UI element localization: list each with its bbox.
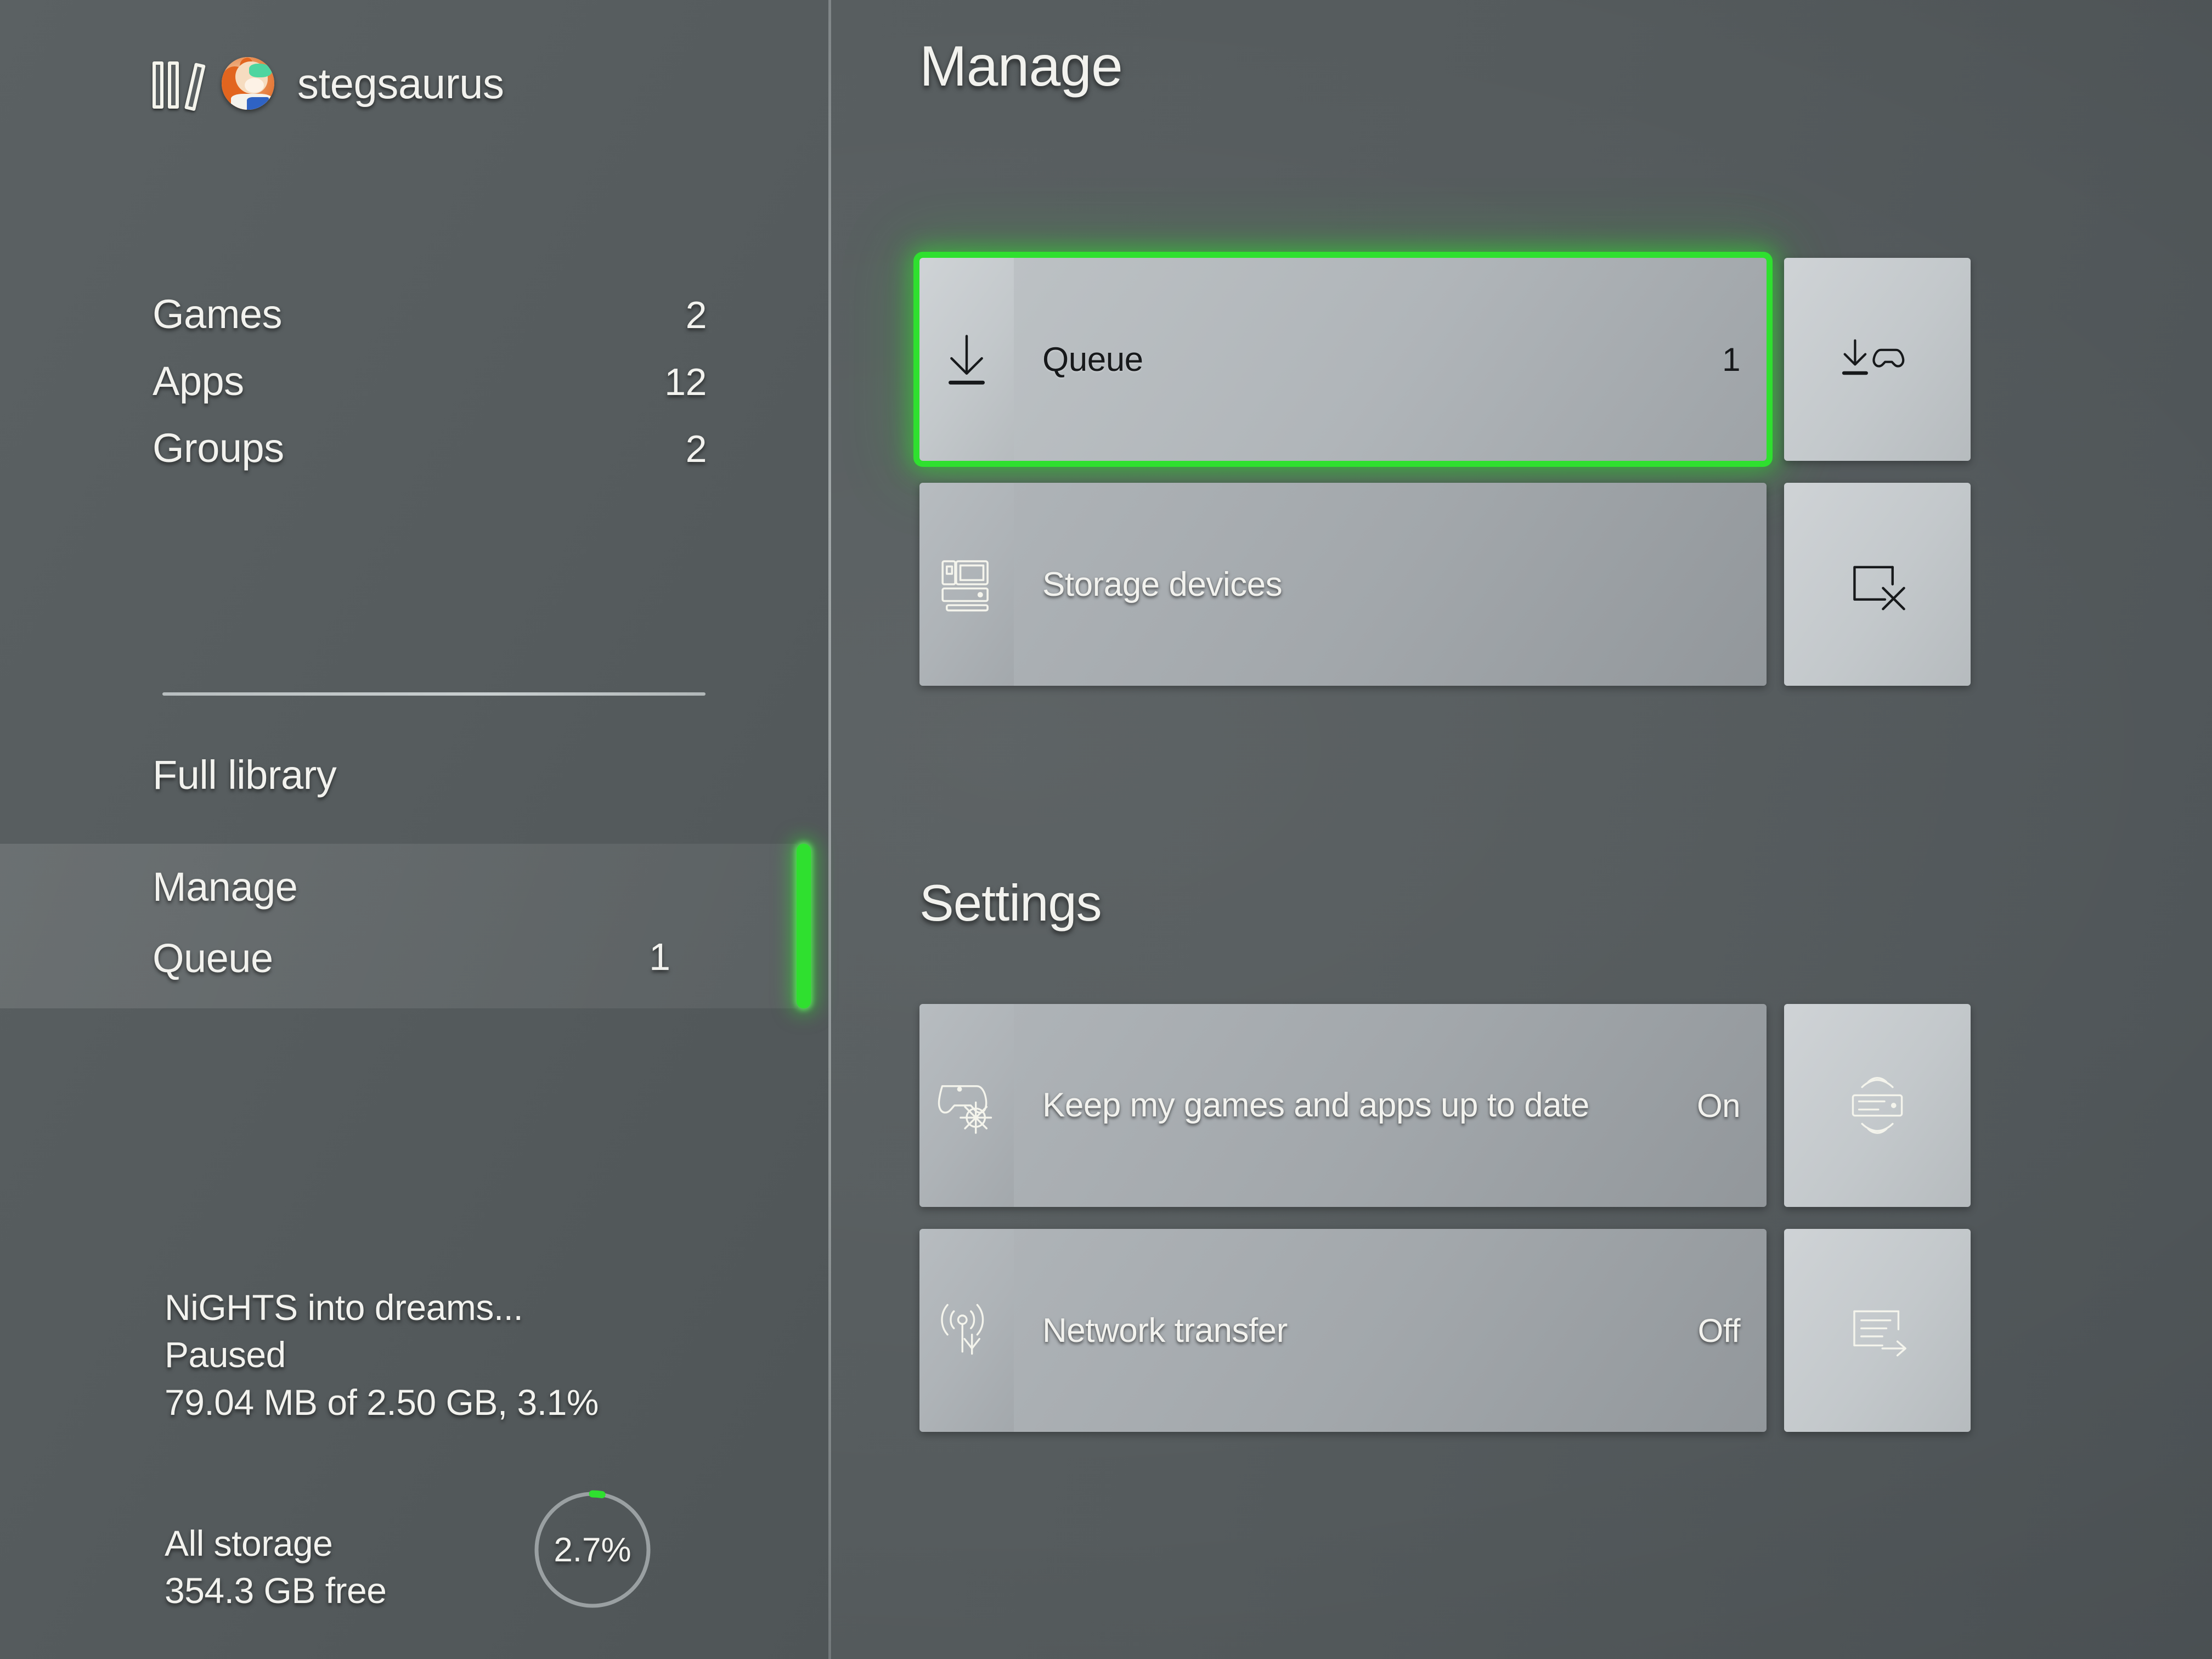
tile-install-games[interactable]	[1784, 258, 1971, 461]
tile-network-transfer[interactable]: Network transfer Off	[919, 1229, 1767, 1432]
sidebar-item-manage-selected[interactable]: Manage Queue 1	[0, 844, 797, 1008]
tv-screen: stegsaurus Games 2 Apps 12 Groups 2 Full…	[0, 0, 2212, 1659]
tile-value: 1	[1722, 341, 1740, 378]
settings-section-title: Settings	[919, 874, 1102, 932]
storage-usage-percent: 2.7%	[554, 1531, 631, 1569]
sidebar-item-apps[interactable]: Apps 12	[153, 358, 707, 425]
tile-console-wireless[interactable]	[1784, 1004, 1971, 1207]
tile-storage-devices[interactable]: Storage devices	[919, 483, 1767, 686]
tile-label: Storage devices	[1042, 565, 1283, 603]
sidebar-divider	[162, 692, 706, 696]
tile-value: Off	[1697, 1312, 1741, 1349]
sidebar: stegsaurus Games 2 Apps 12 Groups 2 Full…	[0, 0, 832, 1659]
list-arrow-icon	[1784, 1229, 1971, 1432]
books-icon	[153, 58, 206, 111]
sidebar-selection-indicator	[797, 844, 811, 1008]
sidebar-item-groups[interactable]: Groups 2	[153, 425, 707, 492]
tile-queue[interactable]: Queue 1	[913, 252, 1773, 467]
download-state: Paused	[165, 1334, 286, 1375]
storage-usage-ring: 2.7%	[529, 1487, 656, 1613]
storage-device-icon	[919, 483, 1014, 686]
manage-tile-row-2: Storage devices	[919, 483, 1971, 686]
tile-keep-games-updated-body: Keep my games and apps up to date On	[1014, 1004, 1767, 1207]
gamepad-gear-icon	[919, 1004, 1014, 1207]
console-wireless-icon	[1784, 1004, 1971, 1207]
tile-label: Network transfer	[1042, 1311, 1288, 1350]
sidebar-item-label-manage: Manage	[153, 864, 298, 910]
storage-free: 354.3 GB free	[165, 1570, 387, 1611]
settings-tile-row-1: Keep my games and apps up to date On	[919, 1004, 1971, 1207]
tile-keep-games-updated[interactable]: Keep my games and apps up to date On	[919, 1004, 1767, 1207]
sidebar-item-full-library[interactable]: Full library	[153, 752, 337, 798]
uninstall-screen-icon	[1784, 483, 1971, 686]
account-header[interactable]: stegsaurus	[153, 57, 504, 111]
sidebar-nav: Games 2 Apps 12 Groups 2	[153, 291, 707, 492]
sidebar-item-count: 2	[685, 294, 707, 336]
sidebar-edge-divider	[828, 0, 831, 1659]
download-title: NiGHTS into dreams...	[165, 1287, 523, 1328]
main-panel: Manage Queue 1 Storage devices Settings …	[832, 0, 2212, 1659]
sidebar-item-label: Groups	[153, 425, 284, 471]
storage-summary[interactable]: All storage 354.3 GB free	[165, 1520, 387, 1615]
manage-tile-row-1: Queue 1	[913, 252, 1971, 467]
storage-label: All storage	[165, 1523, 333, 1564]
sidebar-item-label: Games	[153, 291, 283, 337]
tile-value: On	[1696, 1087, 1741, 1124]
download-arrow-icon	[919, 258, 1014, 461]
sidebar-queue-count: 1	[649, 935, 670, 978]
gamertag: stegsaurus	[297, 59, 504, 108]
sidebar-item-count: 12	[664, 360, 707, 403]
download-progress-text: 79.04 MB of 2.50 GB, 3.1%	[165, 1381, 599, 1423]
install-game-icon	[1784, 258, 1971, 461]
sidebar-item-count: 2	[685, 427, 707, 470]
tile-uninstall[interactable]	[1784, 483, 1971, 686]
download-status[interactable]: NiGHTS into dreams... Paused 79.04 MB of…	[165, 1284, 599, 1426]
tile-label: Queue	[1042, 340, 1143, 379]
sidebar-item-games[interactable]: Games 2	[153, 291, 707, 358]
settings-tile-row-2: Network transfer Off	[919, 1229, 1971, 1432]
tile-label: Keep my games and apps up to date	[1042, 1086, 1589, 1124]
avatar[interactable]	[222, 57, 274, 110]
page-title: Manage	[919, 35, 1123, 98]
sidebar-item-label-queue: Queue	[153, 935, 273, 981]
wireless-download-icon	[919, 1229, 1014, 1432]
tile-network-transfer-body: Network transfer Off	[1014, 1229, 1767, 1432]
tile-queue-body: Queue 1	[1014, 258, 1767, 461]
tile-storage-devices-body: Storage devices	[1014, 483, 1767, 686]
tile-list-arrow[interactable]	[1784, 1229, 1971, 1432]
sidebar-item-label: Apps	[153, 358, 244, 404]
